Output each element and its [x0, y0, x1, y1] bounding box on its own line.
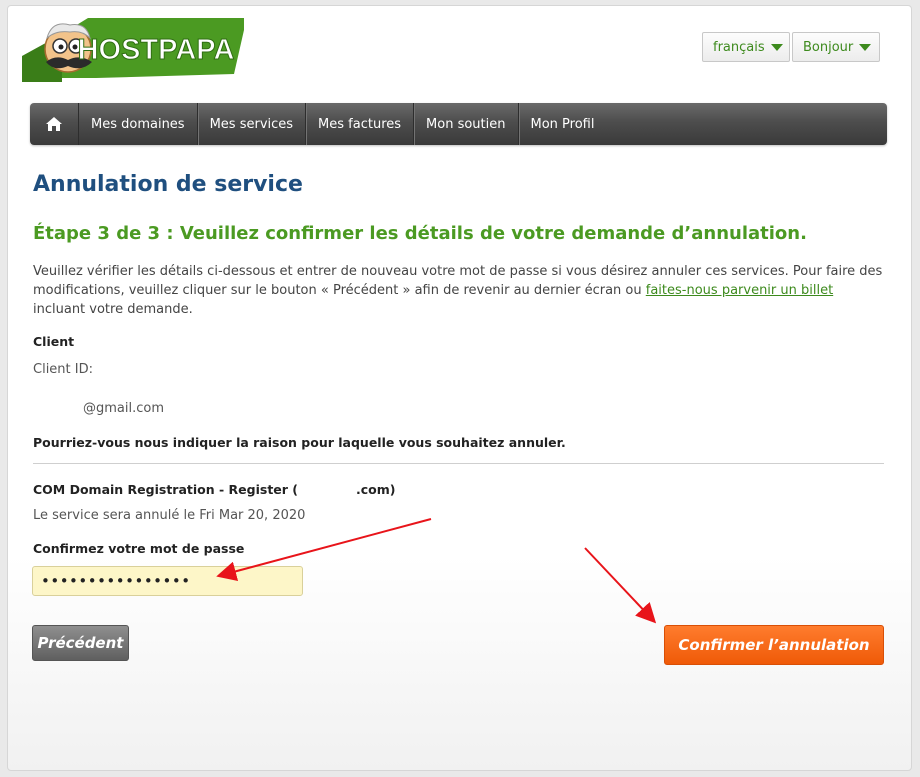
cancel-date-notice: Le service sera annulé le Fri Mar 20, 20…	[33, 508, 306, 523]
password-label: Confirmez votre mot de passe	[33, 541, 245, 556]
nav-item-soutien[interactable]: Mon soutien	[414, 103, 519, 145]
caret-down-icon	[770, 43, 783, 51]
password-field[interactable]	[32, 566, 303, 596]
nav-item-profil[interactable]: Mon Profil	[519, 103, 607, 145]
nav-home-button[interactable]	[30, 103, 79, 145]
page-title: Annulation de service	[33, 172, 303, 197]
brand-text: HOSTPAPA	[78, 34, 235, 66]
confirm-cancellation-button[interactable]: Confirmer l’annulation	[664, 625, 884, 665]
divider	[33, 463, 884, 464]
intro-paragraph: Veuillez vérifier les détails ci-dessous…	[33, 262, 883, 319]
nav-item-domaines[interactable]: Mes domaines	[79, 103, 198, 145]
client-id-label: Client ID:	[33, 362, 93, 377]
service-name: COM Domain Registration - Register ( .com…	[33, 482, 395, 497]
hostpapa-logo[interactable]: HOSTPAPA	[22, 16, 247, 86]
home-icon	[46, 117, 62, 131]
step-heading: Étape 3 de 3 : Veuillez confirmer les dé…	[33, 223, 807, 244]
service-name-prefix: COM Domain Registration - Register (	[33, 482, 298, 497]
user-menu-dropdown[interactable]: Bonjour	[792, 32, 880, 62]
service-name-suffix: .com)	[356, 482, 396, 497]
intro-suffix: incluant votre demande.	[33, 302, 193, 317]
main-navigation: Mes domaines Mes services Mes factures M…	[30, 103, 887, 145]
client-heading: Client	[33, 334, 75, 349]
language-label: français	[713, 39, 765, 55]
client-email: @gmail.com	[83, 401, 165, 416]
previous-button[interactable]: Précédent	[32, 625, 129, 661]
language-dropdown[interactable]: français	[702, 32, 790, 62]
caret-down-icon	[859, 43, 872, 51]
cancel-reason-prompt: Pourriez-vous nous indiquer la raison po…	[33, 435, 566, 450]
submit-ticket-link[interactable]: faites-nous parvenir un billet	[646, 283, 833, 298]
nav-item-services[interactable]: Mes services	[198, 103, 307, 145]
user-greeting: Bonjour	[803, 39, 854, 55]
nav-item-factures[interactable]: Mes factures	[306, 103, 415, 145]
